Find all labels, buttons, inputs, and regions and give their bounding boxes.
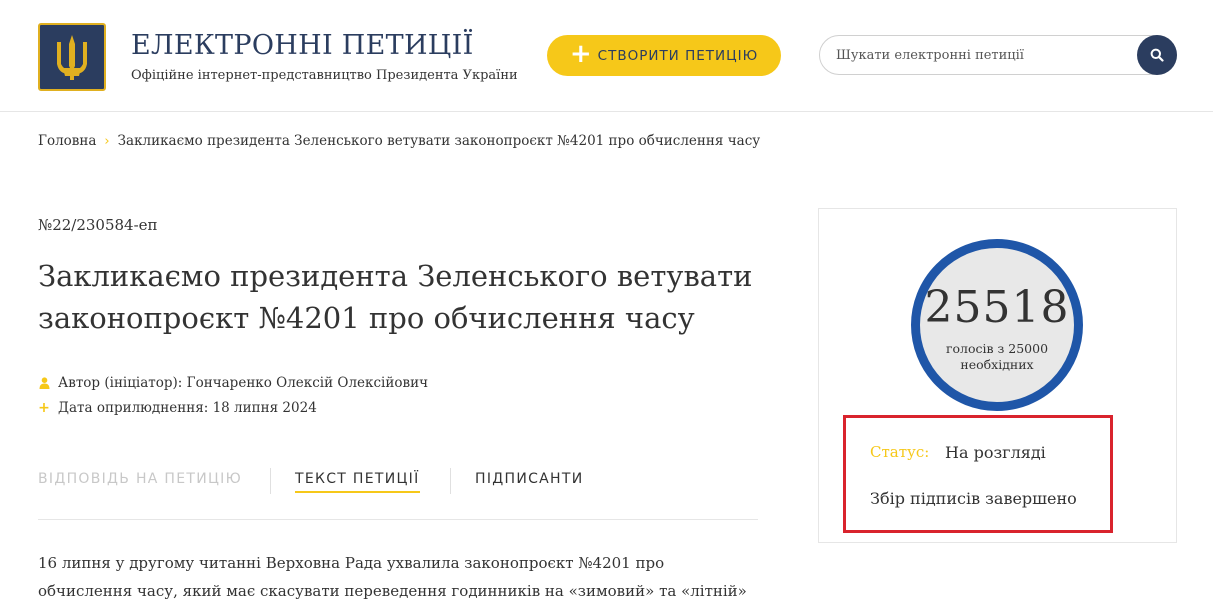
site-header: ЕЛЕКТРОННІ ПЕТИЦІЇ Офіційне інтернет-пре… <box>0 0 1213 112</box>
trident-logo[interactable] <box>38 23 106 91</box>
status-label: Статус: <box>870 443 930 461</box>
petition-number: №22/230584-еп <box>38 216 158 234</box>
search-input[interactable] <box>836 36 1136 74</box>
chevron-right-icon: › <box>104 133 110 149</box>
votes-label-line2: необхідних <box>960 357 1034 372</box>
tab-petition-text[interactable]: ТЕКСТ ПЕТИЦІЇ <box>295 471 420 493</box>
petition-title: Закликаємо президента Зеленського ветува… <box>38 259 753 335</box>
site-subtitle: Офіційне інтернет-представництво Президе… <box>131 68 518 83</box>
petition-tabs: ВІДПОВІДЬ НА ПЕТИЦІЮ ТЕКСТ ПЕТИЦІЇ ПІДПИ… <box>38 466 758 520</box>
breadcrumb-current: Закликаємо президента Зеленського ветува… <box>117 133 761 149</box>
status-value: На розгляді <box>945 443 1046 462</box>
create-petition-label: СТВОРИТИ ПЕТИЦІЮ <box>597 47 759 64</box>
tab-signatories[interactable]: ПІДПИСАНТИ <box>475 471 584 487</box>
date-text: Дата оприлюднення: 18 липня 2024 <box>58 400 317 416</box>
petition-author: Автор (ініціатор): Гончаренко Олексій Ол… <box>38 375 428 391</box>
create-petition-button[interactable]: + СТВОРИТИ ПЕТИЦІЮ <box>547 35 781 76</box>
tab-petition-answer[interactable]: ВІДПОВІДЬ НА ПЕТИЦІЮ <box>38 471 242 487</box>
trident-icon <box>57 35 87 80</box>
petition-date: + Дата оприлюднення: 18 липня 2024 <box>38 400 317 416</box>
plus-icon: + <box>38 400 50 416</box>
votes-counter: 25518 голосів з 25000 необхідних <box>911 239 1083 411</box>
status-highlight-box: Статус: На розгляді Збір підписів заверш… <box>843 415 1113 533</box>
plus-icon: + <box>569 39 592 69</box>
votes-count: 25518 <box>924 282 1070 333</box>
user-icon <box>38 377 50 389</box>
site-title[interactable]: ЕЛЕКТРОННІ ПЕТИЦІЇ <box>131 30 474 61</box>
breadcrumb: Головна › Закликаємо президента Зеленськ… <box>38 133 760 149</box>
search-icon <box>1150 48 1164 62</box>
author-text: Автор (ініціатор): Гончаренко Олексій Ол… <box>58 375 429 391</box>
votes-label-line1: голосів з 25000 <box>945 341 1049 356</box>
signature-collection-status: Збір підписів завершено <box>870 489 1077 508</box>
tab-divider <box>450 468 451 494</box>
breadcrumb-home-link[interactable]: Головна <box>38 133 96 149</box>
petition-status-panel: 25518 голосів з 25000 необхідних Статус:… <box>818 208 1177 543</box>
votes-label: голосів з 25000 необхідних <box>920 341 1074 373</box>
search-bar <box>819 35 1177 75</box>
tab-divider <box>270 468 271 494</box>
search-button[interactable] <box>1137 35 1177 75</box>
petition-body-text: 16 липня у другому читанні Верховна Рада… <box>38 554 747 615</box>
